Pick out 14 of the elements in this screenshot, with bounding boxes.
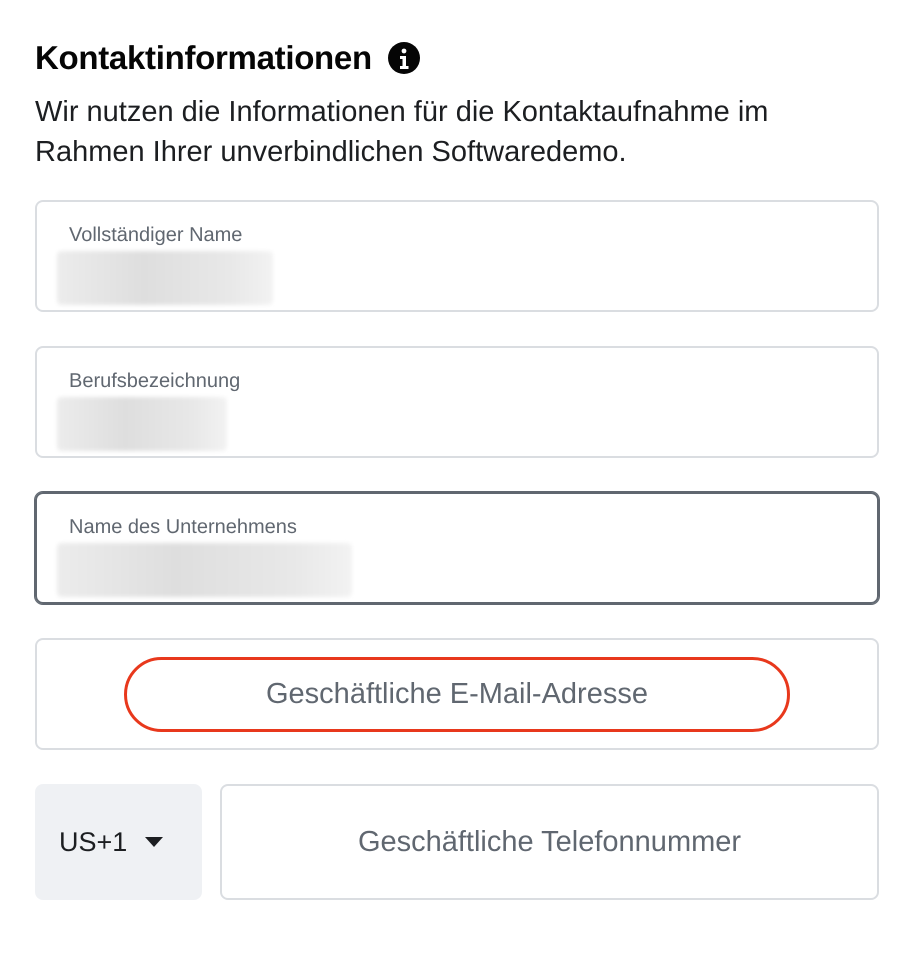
- field-label: Vollständiger Name: [69, 224, 244, 247]
- text-field[interactable]: Vollständiger Name: [35, 200, 879, 312]
- info-icon[interactable]: [388, 42, 420, 74]
- caret-icon: [145, 837, 164, 847]
- highlighted-placeholder: Geschäftliche E-Mail-Adresse: [124, 656, 790, 732]
- section-title: Kontaktinformationen: [35, 39, 372, 77]
- country-code-select[interactable]: US+1: [35, 784, 202, 900]
- email-field[interactable]: Geschäftliche E-Mail-Adresse: [35, 638, 879, 750]
- text-field[interactable]: Berufsbezeichnung: [35, 346, 879, 458]
- field-label: Name des Unternehmens: [69, 516, 298, 539]
- text-field[interactable]: Name des Unternehmens: [35, 492, 879, 604]
- field-label: Berufsbezeichnung: [69, 370, 242, 393]
- phone-field[interactable]: Geschäftliche Telefonnummer: [220, 784, 879, 900]
- description-text: Wir nutzen die Informationen für die Kontaktaufnahme im Rahmen Ihrer unverbindlichen Softwaredemo.: [35, 95, 770, 170]
